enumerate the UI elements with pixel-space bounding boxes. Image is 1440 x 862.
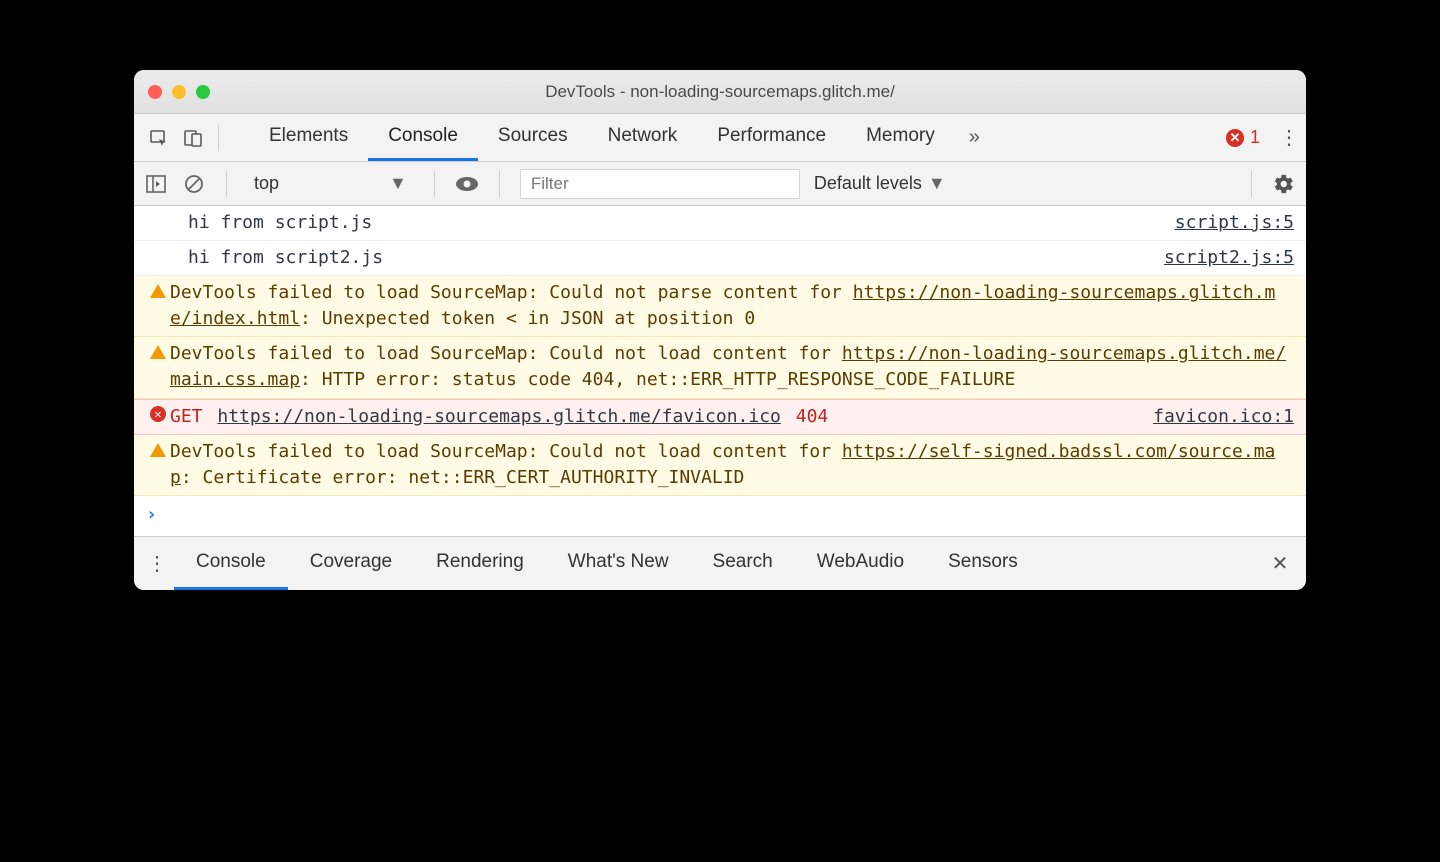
zoom-window-button[interactable] xyxy=(196,85,210,99)
source-link[interactable]: favicon.ico:1 xyxy=(1143,404,1294,430)
dropdown-icon: ▼ xyxy=(928,173,946,194)
filter-input[interactable] xyxy=(520,169,800,199)
drawer-tab-whatsnew[interactable]: What's New xyxy=(546,537,691,590)
context-selector[interactable]: top ▼ xyxy=(247,169,414,198)
separator xyxy=(499,171,500,197)
separator xyxy=(226,171,227,197)
log-message: hi from script.js xyxy=(170,210,1165,236)
source-link[interactable]: script2.js:5 xyxy=(1154,245,1294,271)
separator xyxy=(434,171,435,197)
drawer-tab-search[interactable]: Search xyxy=(691,537,795,590)
error-count: 1 xyxy=(1250,127,1260,148)
tab-sources[interactable]: Sources xyxy=(478,114,588,161)
close-drawer-icon[interactable]: ✕ xyxy=(1260,551,1300,576)
console-settings-icon[interactable] xyxy=(1272,172,1296,196)
drawer-tab-sensors[interactable]: Sensors xyxy=(926,537,1040,590)
device-toolbar-icon[interactable] xyxy=(178,123,208,153)
separator xyxy=(218,125,219,151)
devtools-window: DevTools - non-loading-sourcemaps.glitch… xyxy=(134,70,1306,590)
error-count-badge[interactable]: ✕ 1 xyxy=(1218,127,1268,148)
dropdown-icon: ▼ xyxy=(389,173,407,194)
main-menu-icon[interactable]: ⋮ xyxy=(1272,125,1306,150)
live-expression-icon[interactable] xyxy=(455,172,479,196)
log-row: hi from script2.js script2.js:5 xyxy=(134,241,1306,276)
error-row: ✕ GET https://non-loading-sourcemaps.gli… xyxy=(134,399,1306,435)
warning-row: DevTools failed to load SourceMap: Could… xyxy=(134,337,1306,398)
tab-performance[interactable]: Performance xyxy=(697,114,846,161)
source-link[interactable]: script.js:5 xyxy=(1165,210,1294,236)
window-title: DevTools - non-loading-sourcemaps.glitch… xyxy=(134,82,1306,102)
url-link[interactable]: https://non-loading-sourcemaps.glitch.me… xyxy=(217,406,781,427)
drawer-tab-bar: ⋮ Console Coverage Rendering What's New … xyxy=(134,536,1306,590)
traffic-lights xyxy=(134,85,210,99)
tab-network[interactable]: Network xyxy=(588,114,698,161)
warning-icon xyxy=(150,284,166,298)
console-output: hi from script.js script.js:5 hi from sc… xyxy=(134,206,1306,536)
context-label: top xyxy=(254,173,279,194)
warning-icon xyxy=(150,345,166,359)
minimize-window-button[interactable] xyxy=(172,85,186,99)
toggle-sidebar-icon[interactable] xyxy=(144,172,168,196)
main-tab-bar: Elements Console Sources Network Perform… xyxy=(134,114,1306,162)
prompt-icon: › xyxy=(146,502,157,528)
inspect-element-icon[interactable] xyxy=(144,123,174,153)
log-message: hi from script2.js xyxy=(170,245,1154,271)
log-levels-selector[interactable]: Default levels ▼ xyxy=(814,173,946,194)
tab-memory[interactable]: Memory xyxy=(846,114,955,161)
warning-row: DevTools failed to load SourceMap: Could… xyxy=(134,435,1306,496)
clear-console-icon[interactable] xyxy=(182,172,206,196)
drawer-tab-rendering[interactable]: Rendering xyxy=(414,537,546,590)
tab-elements[interactable]: Elements xyxy=(249,114,368,161)
drawer-menu-icon[interactable]: ⋮ xyxy=(140,551,174,576)
warning-message: DevTools failed to load SourceMap: Could… xyxy=(170,439,1294,491)
console-toolbar: top ▼ Default levels ▼ xyxy=(134,162,1306,206)
warning-row: DevTools failed to load SourceMap: Could… xyxy=(134,276,1306,337)
warning-message: DevTools failed to load SourceMap: Could… xyxy=(170,280,1294,332)
drawer-tab-coverage[interactable]: Coverage xyxy=(288,537,414,590)
drawer-tab-webaudio[interactable]: WebAudio xyxy=(795,537,926,590)
warning-message: DevTools failed to load SourceMap: Could… xyxy=(170,341,1294,393)
close-window-button[interactable] xyxy=(148,85,162,99)
separator xyxy=(1251,171,1252,197)
log-row: hi from script.js script.js:5 xyxy=(134,206,1306,241)
warning-icon xyxy=(150,443,166,457)
more-tabs-icon[interactable]: » xyxy=(959,126,990,149)
error-icon: ✕ xyxy=(1226,129,1244,147)
title-bar: DevTools - non-loading-sourcemaps.glitch… xyxy=(134,70,1306,114)
console-prompt[interactable]: › xyxy=(134,496,1306,534)
error-icon: ✕ xyxy=(150,406,166,422)
levels-label: Default levels xyxy=(814,173,922,194)
main-tabs: Elements Console Sources Network Perform… xyxy=(249,114,955,161)
tab-console[interactable]: Console xyxy=(368,114,478,161)
drawer-tab-console[interactable]: Console xyxy=(174,537,288,590)
error-message: GET https://non-loading-sourcemaps.glitc… xyxy=(170,404,1143,430)
